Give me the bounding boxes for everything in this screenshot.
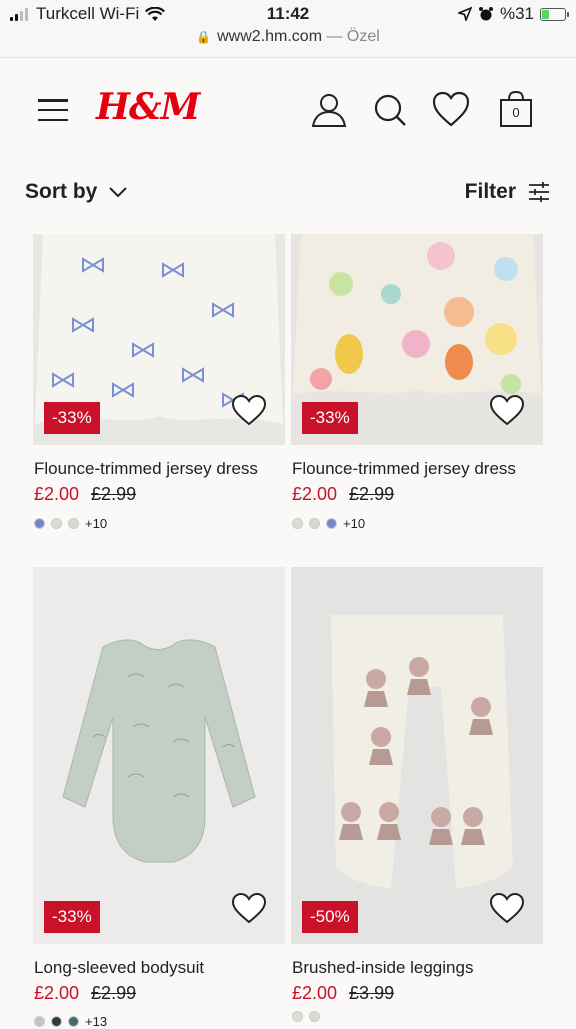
filter-sliders-icon [529, 182, 549, 202]
add-to-favorites-heart-icon[interactable] [231, 394, 267, 426]
more-colors-count: +10 [343, 516, 366, 531]
chevron-down-icon [109, 187, 128, 198]
browser-status-bar: Turkcell Wi-Fi 11:42 %31 🔒 www2.hm.com — … [0, 0, 576, 58]
site-header: H&M 0 [0, 58, 576, 162]
more-colors-count: +13 [85, 1014, 108, 1029]
add-to-favorites-heart-icon[interactable] [489, 394, 525, 426]
product-price: £2.00 £2.99 [34, 484, 136, 505]
product-card[interactable]: -33% Flounce-trimmed jersey dress £2.00 … [33, 234, 285, 534]
product-image[interactable]: -33% [291, 234, 543, 445]
color-swatch[interactable] [292, 518, 303, 529]
product-title[interactable]: Long-sleeved bodysuit [34, 958, 204, 978]
shopping-bag-button[interactable]: 0 [498, 90, 534, 130]
more-colors-count: +10 [85, 516, 108, 531]
alarm-icon [478, 7, 493, 21]
add-to-favorites-heart-icon[interactable] [489, 892, 525, 924]
discount-badge: -50% [302, 901, 358, 933]
color-swatch[interactable] [309, 1011, 320, 1022]
hamburger-menu-icon[interactable] [38, 99, 68, 121]
color-swatch[interactable] [68, 1016, 79, 1027]
address-bar[interactable]: 🔒 www2.hm.com — Özel [0, 28, 576, 46]
original-price: £2.99 [91, 983, 137, 1003]
sort-by-button[interactable]: Sort by [25, 180, 128, 204]
color-swatch[interactable] [34, 1016, 45, 1027]
discount-badge: -33% [44, 901, 100, 933]
color-swatch[interactable] [34, 518, 45, 529]
battery-icon [540, 7, 569, 21]
color-swatch[interactable] [51, 518, 62, 529]
bag-count: 0 [512, 105, 520, 120]
url-suffix: — Özel [326, 28, 380, 45]
url-text: www2.hm.com [217, 28, 323, 45]
location-arrow-icon [457, 7, 472, 21]
discount-badge: -33% [302, 402, 358, 434]
filter-button[interactable]: Filter [465, 180, 550, 204]
filter-label: Filter [464, 180, 516, 203]
product-title[interactable]: Brushed-inside leggings [292, 958, 473, 978]
hm-logo[interactable]: H&M [96, 86, 200, 128]
original-price: £2.99 [91, 484, 137, 504]
color-swatches: +13 [34, 1014, 107, 1029]
lock-icon: 🔒 [196, 30, 212, 44]
original-price: £2.99 [349, 484, 395, 504]
search-icon[interactable] [370, 90, 410, 130]
color-swatch[interactable] [68, 518, 79, 529]
sale-price: £2.00 [292, 484, 338, 504]
battery-percent: %31 [499, 4, 534, 23]
product-card[interactable]: -33% Long-sleeved bodysuit £2.00 £2.99 +… [33, 567, 285, 1029]
status-icons: %31 [457, 4, 569, 24]
favorites-heart-icon[interactable] [431, 90, 471, 130]
sale-price: £2.00 [34, 484, 80, 504]
original-price: £3.99 [349, 983, 395, 1003]
color-swatches: +10 [34, 516, 107, 531]
product-image[interactable]: -33% [33, 234, 285, 445]
color-swatch[interactable] [309, 518, 320, 529]
product-price: £2.00 £3.99 [292, 983, 394, 1004]
discount-badge: -33% [44, 402, 100, 434]
sort-label: Sort by [25, 180, 98, 203]
color-swatches [292, 1011, 320, 1022]
product-image[interactable]: -50% [291, 567, 543, 944]
bodysuit-photo [33, 567, 285, 944]
product-price: £2.00 £2.99 [292, 484, 394, 505]
product-card[interactable]: -33% Flounce-trimmed jersey dress £2.00 … [291, 234, 543, 534]
product-title[interactable]: Flounce-trimmed jersey dress [34, 459, 258, 479]
color-swatch[interactable] [292, 1011, 303, 1022]
product-title[interactable]: Flounce-trimmed jersey dress [292, 459, 516, 479]
leggings-photo [291, 567, 543, 944]
color-swatches: +10 [292, 516, 365, 531]
add-to-favorites-heart-icon[interactable] [231, 892, 267, 924]
sale-price: £2.00 [34, 983, 80, 1003]
color-swatch[interactable] [326, 518, 337, 529]
sort-filter-bar: Sort by Filter [0, 162, 576, 232]
sale-price: £2.00 [292, 983, 338, 1003]
product-price: £2.00 £2.99 [34, 983, 136, 1004]
color-swatch[interactable] [51, 1016, 62, 1027]
product-card[interactable]: -50% Brushed-inside leggings £2.00 £3.99 [291, 567, 543, 1024]
account-icon[interactable] [309, 90, 349, 130]
product-image[interactable]: -33% [33, 567, 285, 944]
